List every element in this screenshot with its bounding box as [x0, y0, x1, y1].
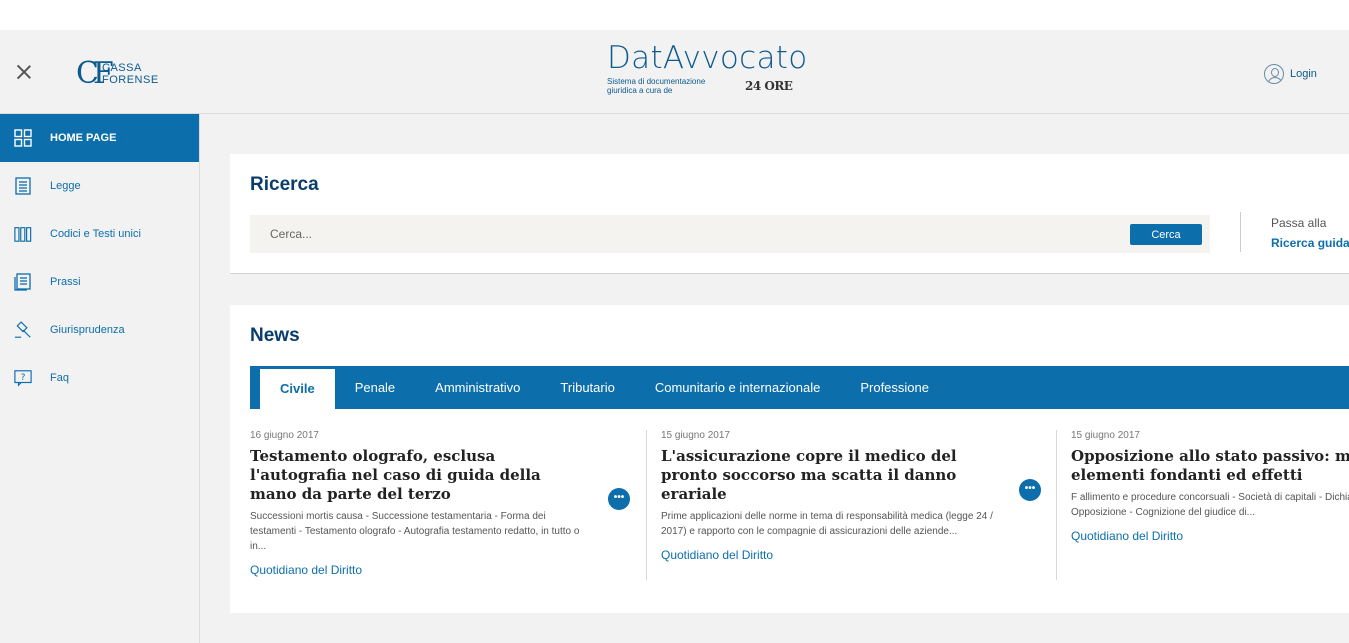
- more-options-icon[interactable]: •••: [608, 488, 630, 510]
- cf-logo-mark: CF: [76, 56, 114, 91]
- top-spacer: [0, 0, 1349, 30]
- sidebar-item-label: Prassi: [50, 276, 81, 288]
- article-abstract: F allimento e procedure concorsuali - So…: [1071, 492, 1349, 518]
- login-label: Login: [1290, 68, 1317, 80]
- news-list: 16 giugno 2017 Testamento olografo, escl…: [250, 430, 1349, 580]
- article-date: 15 giugno 2017: [661, 430, 730, 441]
- article-abstract: Successioni mortis causa - Successione t…: [250, 511, 580, 552]
- sidebar-item-giurisprudenza[interactable]: Giurisprudenza: [0, 306, 199, 354]
- user-icon: [1264, 64, 1284, 84]
- article-source-link[interactable]: Quotidiano del Diritto: [661, 548, 1056, 562]
- news-tabs: Civile Penale Amministrativo Tributario …: [250, 366, 1349, 409]
- brand-subtitle: Sistema di documentazione giuridica a cu…: [607, 77, 807, 95]
- sidebar-item-label: Faq: [50, 372, 69, 384]
- brand-title: DatAvvocato: [607, 40, 808, 76]
- main-content: Ricerca Cerca Passa alla Ricerca guidata…: [200, 114, 1349, 643]
- books-icon: [14, 225, 32, 243]
- sidebar-item-home[interactable]: HOME PAGE: [0, 114, 199, 162]
- tab-tributario[interactable]: Tributario: [540, 366, 634, 409]
- datavvocato-brand[interactable]: DatAvvocato Sistema di documentazione gi…: [607, 40, 807, 95]
- news-article: 16 giugno 2017 Testamento olografo, escl…: [250, 430, 660, 580]
- sidebar-item-faq[interactable]: ? Faq: [0, 354, 199, 402]
- guided-search-link[interactable]: Ricerca guidata: [1271, 236, 1349, 250]
- news-title: News: [250, 325, 300, 346]
- header: CF CASSA FORENSE DatAvvocato Sistema di …: [0, 30, 1349, 114]
- gavel-icon: [14, 321, 32, 339]
- tab-civile[interactable]: Civile: [260, 369, 335, 409]
- news-article: 15 giugno 2017 Opposizione allo stato pa…: [1056, 430, 1349, 580]
- close-icon[interactable]: [14, 62, 34, 82]
- sidebar-item-label: HOME PAGE: [50, 132, 117, 144]
- article-source-link[interactable]: Quotidiano del Diritto: [250, 563, 660, 577]
- article-source-link[interactable]: Quotidiano del Diritto: [1071, 529, 1349, 543]
- article-date: 15 giugno 2017: [1071, 430, 1140, 441]
- publisher-logo: 24 ORE: [745, 79, 793, 93]
- tab-professione[interactable]: Professione: [840, 366, 949, 409]
- search-box: Cerca: [250, 215, 1210, 253]
- sidebar-item-prassi[interactable]: Prassi: [0, 258, 199, 306]
- guided-search-panel: Passa alla Ricerca guidata: [1240, 212, 1349, 252]
- news-card: News Civile Penale Amministrativo Tribut…: [230, 305, 1349, 613]
- cf-logo-line1: CASSA: [102, 62, 142, 74]
- sidebar-item-label: Giurisprudenza: [50, 324, 125, 336]
- tab-comunitario[interactable]: Comunitario e internazionale: [635, 366, 840, 409]
- passa-label: Passa alla: [1271, 216, 1327, 230]
- article-date: 16 giugno 2017: [250, 430, 319, 441]
- search-button[interactable]: Cerca: [1130, 224, 1202, 245]
- tab-amministrativo[interactable]: Amministrativo: [415, 366, 540, 409]
- pages-icon: [14, 273, 32, 291]
- sidebar-item-legge[interactable]: Legge: [0, 162, 199, 210]
- article-title[interactable]: Testamento olografo, esclusa l'autografi…: [250, 447, 590, 504]
- brand-description: Sistema di documentazione giuridica a cu…: [607, 77, 706, 95]
- news-article: 15 giugno 2017 L'assicurazione copre il …: [646, 430, 1056, 580]
- document-icon: [14, 177, 32, 195]
- cassa-forense-logo[interactable]: CF CASSA FORENSE: [76, 54, 159, 94]
- svg-text:?: ?: [21, 373, 26, 383]
- search-input[interactable]: [250, 215, 1120, 253]
- article-title[interactable]: L'assicurazione copre il medico del pron…: [661, 447, 1001, 504]
- sidebar: HOME PAGE Legge Codici e Testi unici Pra…: [0, 114, 200, 643]
- sidebar-item-codici[interactable]: Codici e Testi unici: [0, 210, 199, 258]
- cf-logo-line2: FORENSE: [102, 74, 159, 86]
- more-options-icon[interactable]: •••: [1019, 479, 1041, 501]
- grid-icon: [14, 129, 32, 147]
- sidebar-item-label: Legge: [50, 180, 81, 192]
- cf-logo-text: CASSA FORENSE: [102, 62, 159, 86]
- question-icon: ?: [14, 369, 32, 387]
- search-title: Ricerca: [250, 174, 319, 195]
- tab-penale[interactable]: Penale: [335, 366, 415, 409]
- sidebar-item-label: Codici e Testi unici: [50, 228, 141, 240]
- article-title[interactable]: Opposizione allo stato passivo: modi, te…: [1071, 447, 1349, 485]
- search-card: Ricerca Cerca Passa alla Ricerca guidata: [230, 154, 1349, 274]
- article-abstract: Prime applicazioni delle norme in tema d…: [661, 511, 993, 537]
- login-button[interactable]: Login: [1264, 64, 1317, 84]
